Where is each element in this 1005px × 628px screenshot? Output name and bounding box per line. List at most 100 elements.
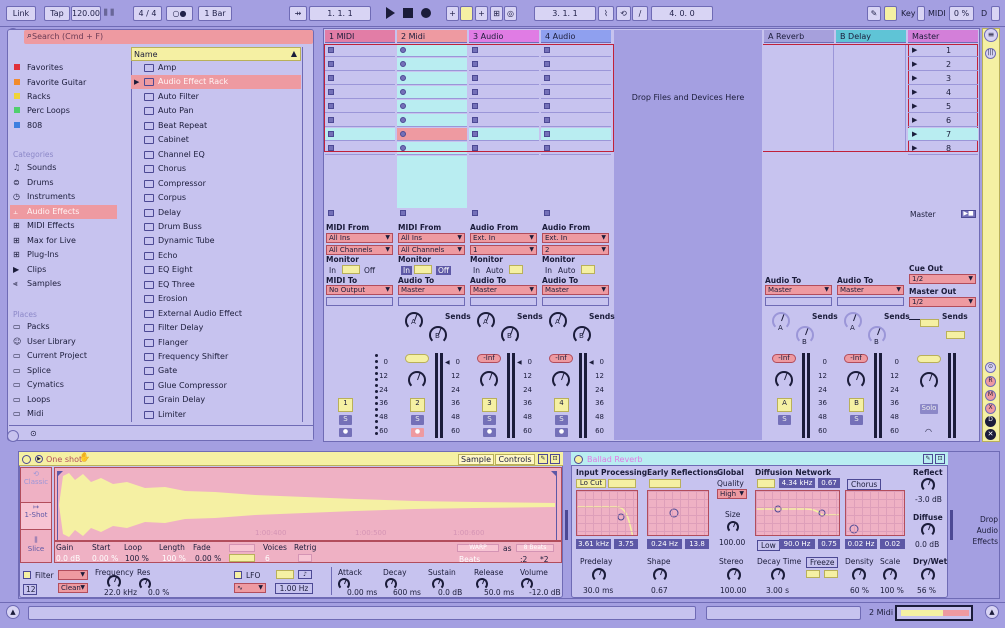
- category-plug-ins[interactable]: ⊞ Plug-Ins: [13, 248, 59, 262]
- clip-slot[interactable]: [541, 114, 611, 127]
- master-out-select[interactable]: 1/2: [909, 297, 976, 307]
- clip-slot[interactable]: [541, 72, 611, 85]
- track-activator-button[interactable]: 3: [482, 398, 497, 412]
- monitor-off-button[interactable]: [509, 265, 523, 274]
- clip-stop-icon[interactable]: [472, 75, 478, 81]
- browser-item[interactable]: Compressor: [143, 177, 301, 191]
- scene-launch[interactable]: ▶ 7: [908, 128, 978, 141]
- lfo-sync-button[interactable]: ♪: [298, 570, 312, 579]
- half-button[interactable]: :2: [520, 555, 527, 564]
- clip-stop-icon[interactable]: [472, 61, 478, 67]
- category-audio-effects[interactable]: ⫠ Audio Effects: [13, 205, 79, 219]
- browser-item[interactable]: Chorus: [143, 162, 301, 176]
- channel-select[interactable]: 1: [470, 245, 537, 255]
- browser-item[interactable]: Drum Buss: [143, 220, 301, 234]
- place-current-project[interactable]: ▭ Current Project: [13, 349, 87, 363]
- input-q-value[interactable]: 3.75: [614, 539, 638, 549]
- record-button-icon[interactable]: [400, 89, 406, 95]
- clip-stop-icon[interactable]: [328, 89, 334, 95]
- fade-value[interactable]: 0.00 %: [195, 554, 221, 563]
- channel-select[interactable]: 2: [542, 245, 609, 255]
- volume-display[interactable]: -Inf: [549, 354, 573, 363]
- quality-select[interactable]: High: [717, 489, 747, 499]
- warp-mode-select[interactable]: Beats: [459, 555, 480, 564]
- monitor-in-button[interactable]: In: [329, 266, 336, 275]
- cue-out-select[interactable]: 1/2: [909, 274, 976, 284]
- clip-stop-icon[interactable]: [472, 131, 478, 137]
- metronome-button[interactable]: ○●: [166, 6, 193, 21]
- clip-slot[interactable]: [469, 86, 539, 99]
- browser-item[interactable]: Delay: [143, 206, 301, 220]
- capture-button[interactable]: ⊞: [490, 6, 503, 21]
- clip-slot[interactable]: [469, 128, 539, 141]
- volume-display[interactable]: -Inf: [772, 354, 796, 363]
- predelay-value[interactable]: 30.0 ms: [583, 586, 613, 595]
- volume-display[interactable]: [405, 354, 429, 363]
- scene-launch[interactable]: ▶ 4: [908, 86, 978, 99]
- solo-button[interactable]: S: [411, 415, 424, 425]
- browser-scrollbar[interactable]: [302, 47, 313, 422]
- clip-slot[interactable]: [325, 114, 395, 127]
- monitor-in-button[interactable]: In: [545, 266, 552, 275]
- cut-button[interactable]: [824, 570, 838, 578]
- chorus-rate-value[interactable]: 0.02 Hz: [845, 539, 877, 549]
- filter-circuit-select[interactable]: Clean: [58, 583, 88, 593]
- expand-arrow-icon[interactable]: ▶: [134, 78, 139, 86]
- reverb-edit-icon[interactable]: ✎: [923, 454, 933, 464]
- category-instruments[interactable]: ◷ Instruments: [13, 190, 75, 204]
- category-drums[interactable]: ⊜ Drums: [13, 176, 53, 190]
- lfo-amount-button[interactable]: [276, 570, 294, 579]
- beats-value[interactable]: 8 Beats: [516, 544, 554, 552]
- monitor-off-button[interactable]: Off: [364, 266, 375, 275]
- clip-stop-icon[interactable]: [328, 103, 334, 109]
- browser-item[interactable]: Filter Delay: [143, 321, 301, 335]
- clip-slot[interactable]: [397, 114, 467, 127]
- master-cue-volume[interactable]: [920, 319, 939, 327]
- frequency-knob[interactable]: [107, 575, 121, 589]
- density-value[interactable]: 60 %: [850, 586, 869, 595]
- clip-stop-icon[interactable]: [472, 103, 478, 109]
- arm-button[interactable]: ●: [483, 428, 496, 437]
- selected-track-label[interactable]: 2 Midi: [869, 608, 893, 617]
- diffusion-graph[interactable]: [755, 490, 840, 536]
- close-icon[interactable]: ✕: [985, 429, 996, 440]
- browser-item[interactable]: Amp: [143, 61, 301, 75]
- browser-item[interactable]: Beat Repeat: [143, 119, 301, 133]
- clip-slot[interactable]: [541, 142, 611, 155]
- monitor-auto-button[interactable]: [342, 265, 360, 274]
- output-channel-select[interactable]: [470, 297, 537, 306]
- monitor-auto-button[interactable]: Auto: [486, 266, 503, 275]
- drywet-value[interactable]: 56 %: [917, 586, 936, 595]
- browser-item[interactable]: Grain Delay: [143, 393, 301, 407]
- punch-icon[interactable]: ∕: [632, 6, 648, 21]
- loop-record-button[interactable]: ◎: [504, 6, 517, 21]
- volume-value[interactable]: -12.0 dB: [529, 588, 561, 597]
- pan-knob[interactable]: [775, 371, 793, 389]
- input-select[interactable]: All Ins: [326, 233, 393, 243]
- clip-slot[interactable]: [397, 72, 467, 85]
- scene-launch[interactable]: ▶ 6: [908, 114, 978, 127]
- pan-knob[interactable]: [480, 371, 498, 389]
- reflect-knob[interactable]: [921, 478, 935, 492]
- lfo-rate-value[interactable]: 1.00 Hz: [275, 583, 313, 594]
- detail-toggle-icon[interactable]: ▲: [985, 605, 999, 619]
- lowshelf-freq[interactable]: 90.0 Hz: [779, 539, 815, 549]
- track-activator-button[interactable]: 4: [554, 398, 569, 412]
- shape-value[interactable]: 0.67: [651, 586, 668, 595]
- hishelf-gain[interactable]: 0.67: [818, 478, 840, 488]
- hicut-button[interactable]: [608, 479, 636, 488]
- browser-item[interactable]: Glue Compressor: [143, 379, 301, 393]
- category-midi-effects[interactable]: ⊞ MIDI Effects: [13, 219, 75, 233]
- clip-slot[interactable]: [325, 142, 395, 155]
- follow-icon[interactable]: ⇸: [289, 6, 307, 21]
- stereo-knob[interactable]: [727, 568, 741, 582]
- pan-knob[interactable]: [408, 371, 426, 389]
- clip-slot[interactable]: [325, 100, 395, 113]
- clip-slot[interactable]: [325, 86, 395, 99]
- midi-label[interactable]: MIDI: [928, 9, 946, 18]
- size-knob[interactable]: [727, 521, 739, 533]
- channel-select[interactable]: All Channels: [398, 245, 465, 255]
- clip-stop-icon[interactable]: [544, 103, 550, 109]
- category-samples[interactable]: ⫷ Samples: [13, 277, 61, 291]
- clip-slot[interactable]: [397, 44, 467, 57]
